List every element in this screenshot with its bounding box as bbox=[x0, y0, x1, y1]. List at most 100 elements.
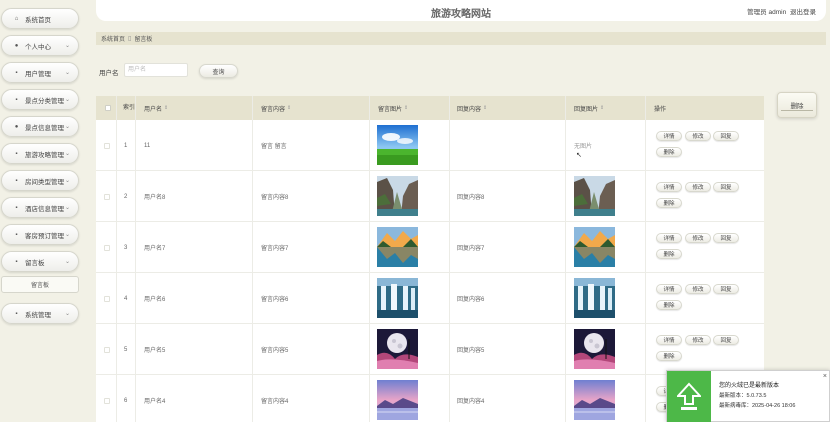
reply-image[interactable] bbox=[574, 176, 615, 216]
table-header: 索引 用户名 ⇕ 留言内容 ⇕ 留言图片 ⇕ 回复内容 ⇕ 回复图片 ⇕ 操作 bbox=[96, 96, 764, 120]
row-content: 留言内容6 bbox=[261, 297, 289, 303]
select-all-checkbox[interactable] bbox=[105, 96, 111, 120]
grid-icon: ▪ bbox=[15, 150, 18, 157]
row-index: 2 bbox=[124, 193, 128, 200]
sidebar-item-2[interactable]: ● 个人中心 ⌄ bbox=[1, 35, 79, 56]
reply-image[interactable] bbox=[574, 227, 615, 267]
user-icon: ● bbox=[14, 123, 19, 130]
user-label: 管理员 admin bbox=[747, 9, 787, 16]
sidebar-item-11[interactable]: ▪ 系统管理 ⌄ bbox=[1, 303, 79, 324]
site-title: 旅游攻略网站 bbox=[431, 9, 491, 20]
checkbox-box bbox=[104, 295, 110, 302]
header-username[interactable]: 用户名 ⇕ bbox=[144, 96, 168, 120]
row-checkbox[interactable] bbox=[104, 375, 110, 422]
chevron-down-icon: ⌄ bbox=[65, 178, 71, 184]
no-image-text: 无图片 bbox=[574, 144, 593, 150]
reply-image[interactable] bbox=[574, 380, 615, 420]
row-index: 4 bbox=[124, 295, 128, 302]
reply-button[interactable]: 回复 bbox=[713, 131, 739, 141]
query-button[interactable]: 查询 bbox=[199, 64, 238, 78]
user-icon: ● bbox=[14, 42, 19, 49]
row-checkbox[interactable] bbox=[104, 324, 110, 375]
row-content: 留言内容4 bbox=[261, 399, 289, 405]
header-reply-image[interactable]: 回复图片 ⇕ bbox=[574, 96, 604, 120]
edit-button[interactable]: 修改 bbox=[685, 233, 711, 243]
sidebar-item-label: 景点分类管理 bbox=[25, 97, 64, 105]
reply-image[interactable] bbox=[574, 329, 615, 369]
edit-button[interactable]: 修改 bbox=[685, 284, 711, 294]
header-reply[interactable]: 回复内容 ⇕ bbox=[457, 96, 487, 120]
sidebar-item-10[interactable]: ▪ 留言板 ⌄ bbox=[1, 251, 79, 272]
row-username: 用户名6 bbox=[144, 297, 166, 303]
detail-button[interactable]: 详情 bbox=[656, 182, 682, 192]
sidebar-item-4[interactable]: ▪ 景点分类管理 ⌄ bbox=[1, 89, 79, 110]
delete-button[interactable]: 删除 bbox=[777, 92, 817, 118]
message-image[interactable] bbox=[377, 278, 418, 318]
cursor-icon: ↖ bbox=[576, 152, 582, 159]
delete-button[interactable]: 删除 bbox=[656, 351, 682, 361]
sidebar-subitem-message-board[interactable]: 留言板 bbox=[1, 276, 79, 293]
reply-button[interactable]: 回复 bbox=[713, 284, 739, 294]
detail-button[interactable]: 详情 bbox=[656, 233, 682, 243]
grid-icon: ▪ bbox=[15, 258, 18, 265]
delete-button[interactable]: 删除 bbox=[656, 249, 682, 259]
sidebar-item-5[interactable]: ● 景点信息管理 ⌄ bbox=[1, 116, 79, 137]
row-checkbox[interactable] bbox=[104, 273, 110, 324]
reply-button[interactable]: 回复 bbox=[713, 233, 739, 243]
chevron-down-icon: ⌄ bbox=[65, 151, 71, 157]
sidebar-item-3[interactable]: ▪ 用户管理 ⌄ bbox=[1, 62, 79, 83]
sort-icon: ⇕ bbox=[600, 105, 605, 111]
sidebar-item-6[interactable]: ▪ 旅游攻略管理 ⌄ bbox=[1, 143, 79, 164]
row-checkbox[interactable] bbox=[104, 171, 110, 222]
delete-button[interactable]: 删除 bbox=[656, 147, 682, 157]
chevron-down-icon: ⌄ bbox=[65, 259, 71, 265]
sidebar-item-label: 酒店信息管理 bbox=[25, 205, 64, 213]
delete-button[interactable]: 删除 bbox=[656, 198, 682, 208]
grid-icon: ▪ bbox=[15, 204, 18, 211]
reply-button[interactable]: 回复 bbox=[713, 335, 739, 345]
breadcrumb-separator-icon: ▯ bbox=[128, 36, 132, 42]
sidebar-item-8[interactable]: ▪ 酒店信息管理 ⌄ bbox=[1, 197, 79, 218]
edit-button[interactable]: 修改 bbox=[685, 182, 711, 192]
logout-link[interactable]: 退出登录 bbox=[790, 9, 816, 16]
grid-icon: ▪ bbox=[15, 310, 18, 317]
grid-icon: ▪ bbox=[15, 231, 18, 238]
message-image[interactable] bbox=[377, 329, 418, 369]
sidebar-item-9[interactable]: ▪ 客房预订管理 ⌄ bbox=[1, 224, 79, 245]
sidebar-item-label: 留言板 bbox=[25, 259, 45, 267]
reply-button[interactable]: 回复 bbox=[713, 182, 739, 192]
message-image[interactable] bbox=[377, 380, 418, 420]
message-image[interactable] bbox=[377, 176, 418, 216]
header-content[interactable]: 留言内容 ⇕ bbox=[261, 96, 291, 120]
checkbox-box bbox=[104, 193, 110, 200]
message-image[interactable] bbox=[377, 125, 418, 165]
message-image[interactable] bbox=[377, 227, 418, 267]
delete-button[interactable]: 删除 bbox=[656, 300, 682, 310]
sidebar-item-label: 客房预订管理 bbox=[25, 232, 64, 240]
header-index[interactable]: 索引 bbox=[123, 96, 135, 120]
search-input[interactable] bbox=[124, 63, 188, 77]
close-icon[interactable]: × bbox=[823, 373, 827, 380]
row-content: 留言内容5 bbox=[261, 348, 289, 354]
breadcrumb: 系统首页 ▯ 留言板 bbox=[96, 32, 826, 45]
row-checkbox[interactable] bbox=[104, 120, 110, 171]
chevron-down-icon: ⌄ bbox=[65, 43, 71, 49]
sort-icon: ⇕ bbox=[164, 105, 169, 111]
sort-icon: ⇕ bbox=[287, 105, 292, 111]
sidebar-item-1[interactable]: ⌂ 系统首页 bbox=[1, 8, 79, 29]
row-username: 用户名5 bbox=[144, 348, 166, 354]
header-image[interactable]: 留言图片 ⇕ bbox=[378, 96, 408, 120]
row-checkbox[interactable] bbox=[104, 222, 110, 273]
detail-button[interactable]: 详情 bbox=[656, 284, 682, 294]
edit-button[interactable]: 修改 bbox=[685, 131, 711, 141]
edit-button[interactable]: 修改 bbox=[685, 335, 711, 345]
breadcrumb-home[interactable]: 系统首页 bbox=[101, 34, 125, 43]
row-username: 用户名4 bbox=[144, 399, 166, 405]
reply-image[interactable] bbox=[574, 278, 615, 318]
detail-button[interactable]: 详情 bbox=[656, 335, 682, 345]
header-actions: 操作 bbox=[654, 106, 667, 113]
row-reply: 回复内容8 bbox=[457, 195, 485, 201]
grid-icon: ▪ bbox=[15, 69, 18, 76]
sidebar-item-7[interactable]: ▪ 房间类型管理 ⌄ bbox=[1, 170, 79, 191]
detail-button[interactable]: 详情 bbox=[656, 131, 682, 141]
